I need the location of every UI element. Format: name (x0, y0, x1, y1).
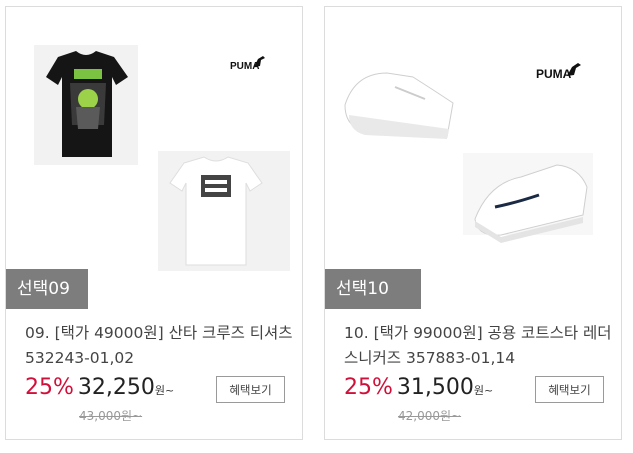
discount-rate: 25% (344, 375, 393, 400)
price-row: 25% 31,500원~ (344, 375, 493, 403)
product-image-area[interactable]: PUMA (6, 7, 302, 309)
product-title[interactable]: 09. [택가 49000원] 산타 크루즈 티셔츠 532243-01,02 (25, 321, 295, 371)
original-price: 43,000원~ (79, 409, 143, 423)
svg-text:PUMA: PUMA (536, 67, 572, 81)
puma-logo: PUMA (230, 53, 266, 77)
product-image-sneakers (344, 72, 593, 243)
puma-logo: PUMA (536, 59, 582, 87)
price-unit: 원~ (154, 384, 175, 397)
price-row: 25% 32,250원~ (25, 375, 174, 403)
original-price: 42,000원~ (398, 409, 462, 423)
sale-price: 32,250 (77, 375, 155, 400)
option-badge: 선택09 (6, 269, 88, 309)
product-title[interactable]: 10. [택가 99000원] 공용 코트스타 레더 스니커즈 357883-0… (344, 321, 614, 371)
price-unit: 원~ (473, 384, 494, 397)
discount-rate: 25% (25, 375, 74, 400)
product-image-area[interactable]: PUMA (325, 7, 621, 309)
sale-price: 31,500 (396, 375, 474, 400)
view-benefits-button[interactable]: 혜택보기 (535, 376, 604, 403)
view-benefits-button[interactable]: 혜택보기 (216, 376, 285, 403)
product-card-09[interactable]: PUMA 선택09 09. [택가 49000원] 산타 크루즈 티셔츠 532… (5, 6, 303, 440)
product-card-10[interactable]: PUMA 선택10 10. [택가 99000원] 공용 코트스타 레더 스니커… (324, 6, 622, 440)
option-badge: 선택10 (325, 269, 421, 309)
